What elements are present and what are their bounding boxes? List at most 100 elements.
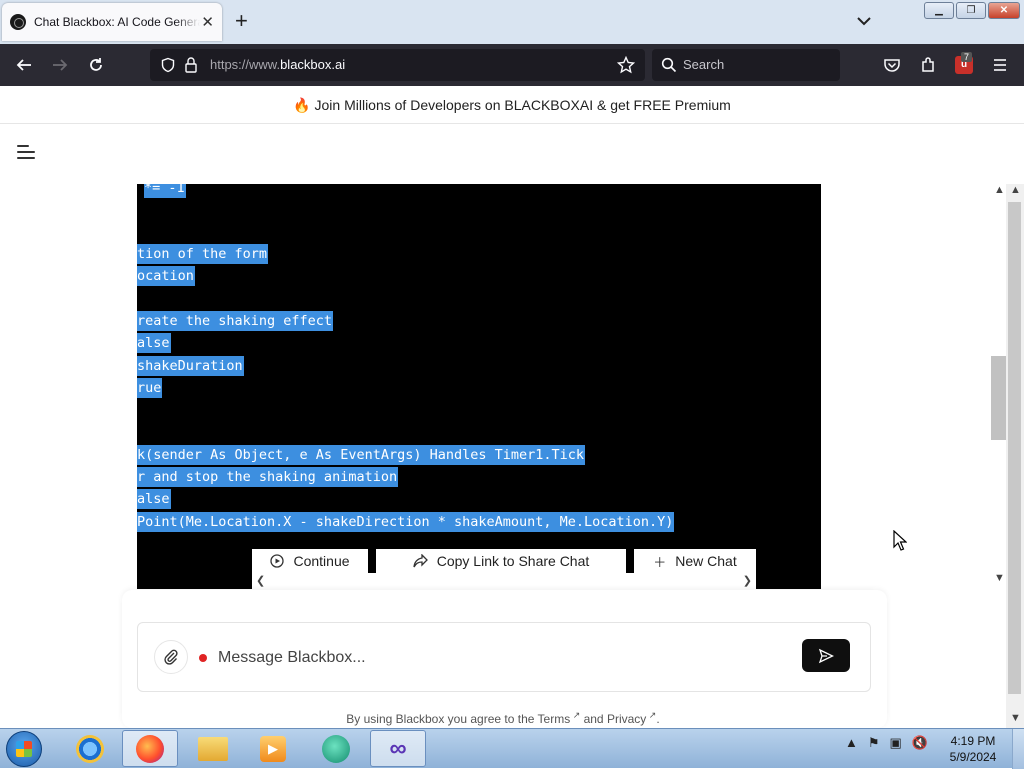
extensions-icon[interactable] [919, 56, 937, 74]
clock-time: 4:19 PM [950, 734, 996, 748]
code-line: k(sender As Object, e As EventArgs) Hand… [137, 445, 586, 465]
page-scroll-up-icon[interactable]: ▲ [1010, 184, 1021, 196]
lock-icon[interactable] [184, 56, 198, 74]
minimize-icon[interactable]: ▁ [924, 2, 954, 19]
page-scrollbar-thumb[interactable] [1008, 202, 1021, 694]
taskbar-app-green[interactable] [308, 730, 364, 767]
extension-badge: 7 [961, 52, 973, 62]
continue-label: Continue [293, 553, 350, 569]
new-chat-label: New Chat [675, 553, 737, 569]
url-host: blackbox.ai [280, 57, 346, 72]
send-button[interactable] [802, 639, 850, 672]
action-center-flag-icon[interactable]: ⚑ [868, 735, 880, 751]
copy-share-link-button[interactable]: Copy Link to Share Chat [376, 549, 626, 573]
media-player-icon: ▶ [260, 735, 286, 762]
sidebar-menu-icon[interactable] [17, 145, 35, 159]
scroll-down-icon[interactable]: ▼ [994, 572, 1005, 584]
page-vertical-scrollbar[interactable]: ▲ ▼ [1006, 184, 1024, 728]
message-input[interactable] [218, 646, 788, 670]
chat-actions: Continue Copy Link to Share Chat ＋ New C… [252, 549, 756, 589]
system-tray: ▲ ⚑ ▣ 🔇 [845, 735, 928, 751]
close-window-icon[interactable]: ✕ [988, 2, 1020, 19]
tab-title: Chat Blackbox: AI Code Generation [34, 15, 200, 29]
green-app-icon [322, 734, 350, 763]
new-chat-button[interactable]: ＋ New Chat [634, 549, 756, 573]
taskbar: ▶ ∞ ▲ ⚑ ▣ 🔇 4:19 PM 5/9/2024 [0, 728, 1024, 769]
firefox-icon [136, 734, 164, 763]
taskbar-media-player[interactable]: ▶ [245, 730, 301, 767]
taskbar-internet-explorer[interactable] [62, 730, 118, 767]
forward-icon[interactable] [51, 56, 69, 74]
scroll-left-icon[interactable]: ❮ [256, 574, 265, 587]
blackbox-favicon-icon [10, 14, 26, 30]
code-line: shakeDuration [137, 356, 244, 376]
start-button[interactable] [6, 731, 42, 767]
show-desktop-button[interactable] [1012, 729, 1024, 769]
code-line: tion of the form [137, 244, 269, 264]
attach-button[interactable] [154, 640, 188, 674]
play-circle-icon [270, 554, 285, 568]
code-line: *= -1 [144, 184, 186, 198]
tab-blackbox[interactable]: Chat Blackbox: AI Code Generation ✕ [2, 3, 222, 41]
clock-date: 5/9/2024 [949, 750, 997, 764]
page-scroll-down-icon[interactable]: ▼ [1010, 712, 1021, 724]
code-line: r and stop the shaking animation [137, 467, 399, 487]
code-line: reate the shaking effect [137, 311, 334, 331]
show-hidden-icons-icon[interactable]: ▲ [845, 735, 858, 751]
search-placeholder: Search [683, 57, 725, 72]
search-icon [661, 57, 677, 73]
tab-close-icon[interactable]: ✕ [201, 13, 214, 31]
terms-link[interactable]: Terms [538, 712, 571, 726]
taskbar-firefox[interactable] [122, 730, 178, 767]
paperclip-icon [164, 649, 178, 665]
reload-icon[interactable] [87, 56, 105, 74]
navigation-toolbar: https://www.blackbox.ai Search u [0, 44, 1024, 86]
message-composer [137, 622, 871, 692]
pocket-icon[interactable] [883, 56, 901, 74]
list-all-tabs-icon[interactable] [855, 12, 873, 30]
code-line: alse [137, 489, 171, 509]
code-line: ocation [137, 266, 195, 286]
share-icon [413, 554, 428, 568]
scroll-up-icon[interactable]: ▲ [994, 184, 1005, 196]
code-line: rue [137, 378, 163, 398]
continue-button[interactable]: Continue [252, 549, 368, 573]
system-clock[interactable]: 4:19 PM 5/9/2024 [940, 733, 1006, 765]
terms-note: By using Blackbox you agree to the Terms… [0, 710, 1006, 726]
privacy-link[interactable]: Privacy [607, 712, 646, 726]
taskbar-app-infinity[interactable]: ∞ [370, 730, 426, 767]
new-tab-icon[interactable]: + [235, 10, 248, 32]
infinity-app-icon: ∞ [389, 734, 407, 762]
shield-icon[interactable] [160, 57, 176, 73]
volume-muted-icon[interactable]: 🔇 [912, 735, 928, 751]
window-controls: ▁ ❐ ✕ [924, 2, 1020, 19]
taskbar-file-explorer[interactable] [185, 730, 241, 767]
mouse-pointer-icon [893, 530, 907, 551]
scrollbar-thumb[interactable] [991, 356, 1007, 440]
folder-icon [198, 736, 228, 761]
url-text[interactable]: https://www.blackbox.ai [210, 57, 345, 72]
send-icon [818, 648, 834, 663]
plus-icon: ＋ [653, 554, 667, 570]
terms-prefix: By using Blackbox you agree to the [346, 712, 538, 726]
external-link-icon: ↗ [646, 710, 657, 720]
code-block[interactable]: *= -1 tion of the form ocation reate the… [137, 184, 821, 589]
horizontal-scrollbar[interactable]: ❮ ❯ [252, 573, 756, 589]
url-bar[interactable]: https://www.blackbox.ai [150, 49, 645, 81]
network-icon[interactable]: ▣ [890, 735, 902, 751]
back-icon[interactable] [15, 56, 33, 74]
share-label: Copy Link to Share Chat [436, 553, 590, 569]
record-dot-icon[interactable] [199, 654, 207, 662]
external-link-icon: ↗ [570, 710, 581, 720]
code-line: alse [137, 333, 171, 353]
bookmark-star-icon[interactable] [617, 56, 635, 74]
app-menu-icon[interactable] [991, 56, 1009, 74]
restore-icon[interactable]: ❐ [956, 2, 986, 19]
terms-suffix: . [656, 712, 660, 726]
search-bar[interactable]: Search [652, 49, 840, 81]
code-line: Point(Me.Location.X - shakeDirection * s… [137, 512, 675, 532]
url-scheme: https://www. [210, 57, 281, 72]
terms-and: and [580, 712, 607, 726]
scroll-right-icon[interactable]: ❯ [743, 574, 752, 587]
promo-banner[interactable]: 🔥 Join Millions of Developers on BLACKBO… [0, 86, 1024, 124]
